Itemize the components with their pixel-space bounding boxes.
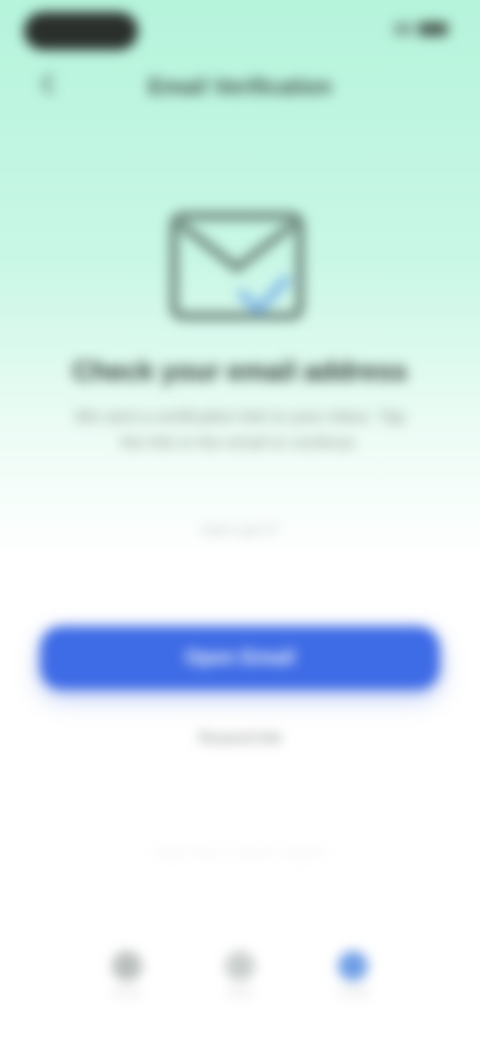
screen: Email Verification Check your email addr… [0, 0, 480, 1040]
status-indicators [394, 22, 448, 36]
inbox-icon [224, 951, 255, 981]
resend-note: Didn't get it? [201, 522, 279, 538]
nav-label-home: Home [111, 987, 142, 999]
page-title: Email Verification [148, 74, 332, 99]
home-icon [111, 951, 142, 981]
status-bar-pill [24, 12, 138, 50]
profile-icon [338, 951, 369, 981]
signal-icon [394, 23, 412, 35]
nav-label-inbox: Inbox [226, 987, 254, 999]
envelope-check-icon [168, 206, 308, 326]
bottom-nav: Home Inbox Profile [70, 940, 410, 1010]
subtext: We sent a verification link to your inbo… [74, 407, 406, 452]
nav-item-inbox[interactable]: Inbox [200, 951, 280, 999]
nav-item-home[interactable]: Home [87, 951, 167, 999]
battery-icon [418, 22, 448, 36]
headline: Check your email address [72, 356, 408, 386]
open-email-button[interactable]: Open Email [40, 626, 440, 690]
nav-item-profile[interactable]: Profile [313, 951, 393, 999]
resend-link[interactable]: Resend link [0, 730, 480, 748]
nav-label-profile: Profile [337, 987, 369, 999]
help-text[interactable]: Need help? Contact support [60, 844, 420, 860]
